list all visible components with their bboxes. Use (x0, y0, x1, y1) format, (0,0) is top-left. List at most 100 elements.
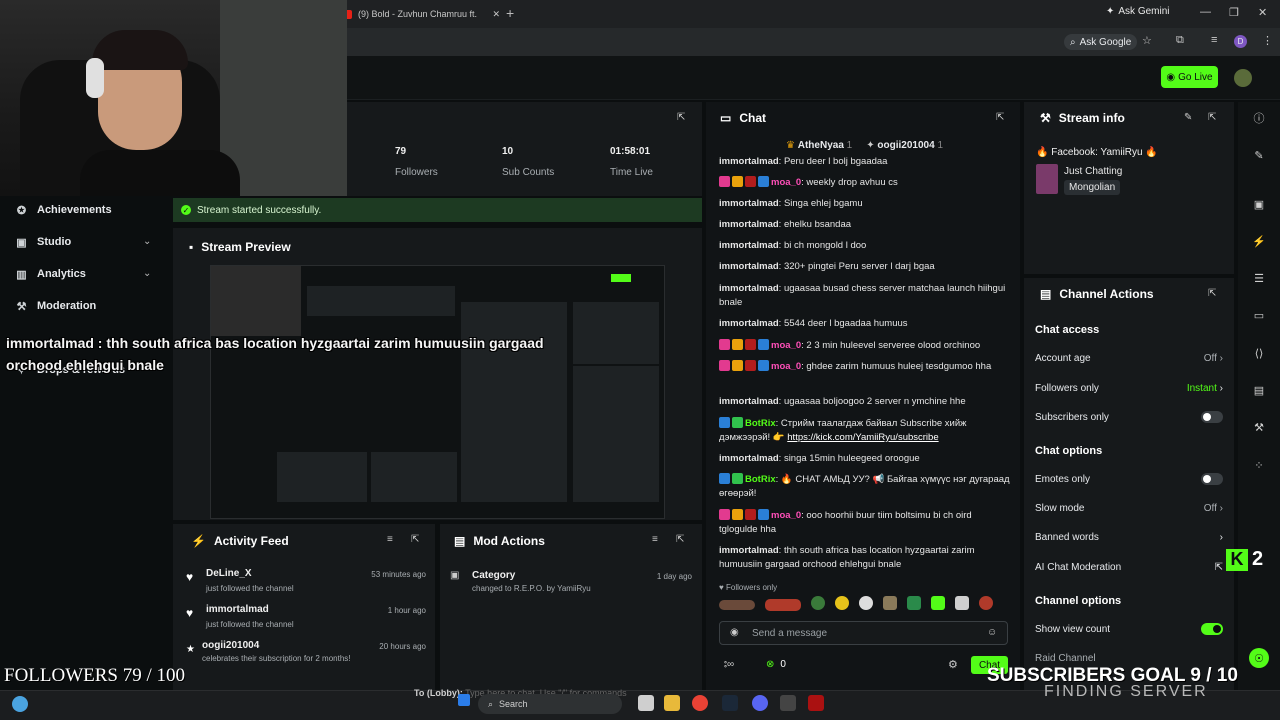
extensions-icon[interactable]: ⧉ (1176, 34, 1184, 47)
minimize-icon[interactable]: — (1200, 6, 1211, 18)
emotes-only-toggle[interactable] (1201, 473, 1223, 485)
file-explorer-icon[interactable] (664, 695, 680, 711)
nav-achievements[interactable]: ✪ Achievements (16, 200, 112, 220)
emote[interactable] (907, 596, 921, 610)
expand-icon[interactable]: ⇱ (411, 534, 419, 545)
star-icon[interactable]: ☆ (1142, 34, 1152, 47)
layout-icon[interactable]: ▤ (1249, 380, 1269, 400)
ask-gemini-button[interactable]: ✦ Ask Gemini (1106, 6, 1170, 17)
profile-avatar[interactable]: D (1234, 35, 1247, 48)
expand-icon[interactable]: ⇱ (996, 112, 1004, 123)
chat-username[interactable]: immortalmad (719, 198, 779, 209)
support-icon[interactable]: ☉ (1249, 648, 1269, 668)
account-age-setting[interactable]: Account age Off › (1035, 350, 1223, 366)
list-icon[interactable]: ☰ (1249, 268, 1269, 288)
user-avatar[interactable] (1234, 69, 1252, 87)
code-icon[interactable]: ⟨⟩ (1249, 343, 1269, 363)
channel-points[interactable]: ⊗ 0 (766, 659, 786, 670)
settings-gear-icon[interactable]: ⚙ (948, 658, 958, 671)
category-name[interactable]: Just Chatting (1064, 166, 1122, 177)
chat-username[interactable]: immortalmad (719, 453, 779, 464)
emote[interactable] (859, 596, 873, 610)
gifter-badge-icon (745, 339, 756, 350)
chat-icon[interactable]: ▭ (1249, 305, 1269, 325)
chat-username[interactable]: moa_0 (771, 177, 801, 188)
edit-icon[interactable]: ✎ (1184, 112, 1192, 123)
chat-username[interactable]: moa_0 (771, 340, 801, 351)
chat-username[interactable]: immortalmad (719, 156, 779, 167)
chevron-down-icon[interactable]: ⌄ (143, 236, 151, 247)
stats-icon[interactable]: ▣ (1249, 194, 1269, 214)
emoji-icon[interactable]: ☺ (987, 627, 997, 638)
expand-icon[interactable]: ⇱ (1208, 288, 1216, 299)
chat-username[interactable]: immortalmad (719, 283, 779, 294)
ai-chat-moderation-setting[interactable]: AI Chat Moderation ⇱ (1035, 559, 1223, 575)
expand-icon[interactable]: ⇱ (676, 534, 684, 545)
chat-username[interactable]: immortalmad (719, 240, 779, 251)
chat-username[interactable]: immortalmad (719, 219, 779, 230)
discord-icon[interactable] (752, 695, 768, 711)
media-icon[interactable]: ≡ (1211, 34, 1217, 46)
slow-mode-setting[interactable]: Slow mode Off › (1035, 500, 1223, 516)
chat-username[interactable]: BotRix (745, 474, 776, 485)
chat-username[interactable]: immortalmad (719, 396, 779, 407)
banned-words-setting[interactable]: Banned words › (1035, 529, 1223, 545)
steam-icon[interactable] (722, 695, 738, 711)
chat-icon: ▭ (720, 111, 732, 125)
close-window-icon[interactable]: ✕ (1258, 6, 1267, 19)
emote[interactable] (979, 596, 993, 610)
apps-icon[interactable]: ⁘ (1249, 455, 1269, 475)
subscribers-only-toggle[interactable] (1201, 411, 1223, 423)
close-tab-icon[interactable]: ✕ (492, 9, 500, 20)
nav-studio[interactable]: ▣ Studio (16, 232, 71, 252)
app-icon[interactable] (808, 695, 824, 711)
pencil-icon[interactable]: ✎ (1249, 145, 1269, 165)
info-icon[interactable]: ⓘ (1249, 108, 1269, 128)
taskbar-search[interactable]: ⌕ Search (478, 694, 622, 714)
chrome-icon[interactable] (692, 695, 708, 711)
chat-username[interactable]: immortalmad (719, 545, 779, 556)
pinned-gifters: ♛ AtheNyaa 1 ✦ oogii201004 1 (786, 140, 944, 151)
chat-message-input[interactable]: Send a message (719, 621, 1008, 645)
emote[interactable] (955, 596, 969, 610)
filter-icon[interactable]: ≡ (652, 534, 658, 545)
new-tab-button[interactable]: + (506, 5, 514, 21)
go-live-button[interactable]: ◉ Go Live (1161, 66, 1218, 88)
chat-username[interactable]: BotRix (745, 418, 776, 429)
chat-link[interactable]: https://kick.com/YamiiRyu/subscribe (787, 432, 938, 443)
maximize-icon[interactable]: ❐ (1229, 6, 1239, 19)
emote[interactable] (835, 596, 849, 610)
menu-icon[interactable]: ⋮ (1262, 34, 1273, 47)
emote[interactable] (883, 596, 897, 610)
app-icon[interactable] (780, 695, 796, 711)
emote[interactable] (811, 596, 825, 610)
browser-tab[interactable]: (9) Bold - Zuvhun Chamruu ft. ✕ (340, 4, 500, 24)
raid-channel-setting[interactable]: Raid Channel (1035, 650, 1223, 666)
chat-username[interactable]: immortalmad (719, 318, 779, 329)
windows-start-icon[interactable] (458, 694, 470, 706)
expand-icon[interactable]: ⇱ (1208, 112, 1216, 123)
emote[interactable] (765, 599, 801, 611)
wrench-icon[interactable]: ⚒ (1249, 417, 1269, 437)
ask-google-button[interactable]: ⌕ Ask Google (1064, 34, 1138, 50)
chat-text: 320+ pingtei Peru server l darj bgaa (783, 261, 935, 272)
chat-username[interactable]: moa_0 (771, 361, 801, 372)
chat-username[interactable]: moa_0 (771, 510, 801, 521)
task-view-icon[interactable] (638, 695, 654, 711)
expand-icon[interactable]: ⇱ (677, 112, 685, 123)
language-tag[interactable]: Mongolian (1064, 180, 1121, 195)
emote[interactable] (719, 600, 755, 610)
emote-picker-icon[interactable]: ⦂∞ (724, 659, 734, 670)
followers-only-setting[interactable]: Followers only Instant › (1035, 380, 1223, 396)
stream-preview-video[interactable] (210, 265, 665, 519)
nav-moderation[interactable]: ⚒ Moderation (16, 296, 97, 316)
chevron-down-icon[interactable]: ⌄ (143, 268, 151, 279)
filter-icon[interactable]: ≡ (387, 534, 393, 545)
user-badge-icon[interactable]: ◉ (730, 627, 739, 638)
chat-username[interactable]: immortalmad (719, 261, 779, 272)
emote[interactable] (931, 596, 945, 610)
bolt-icon[interactable]: ⚡ (1249, 231, 1269, 251)
verified-badge-icon (732, 417, 743, 428)
show-view-count-toggle[interactable] (1201, 623, 1223, 635)
nav-analytics[interactable]: ▥ Analytics (16, 264, 86, 284)
